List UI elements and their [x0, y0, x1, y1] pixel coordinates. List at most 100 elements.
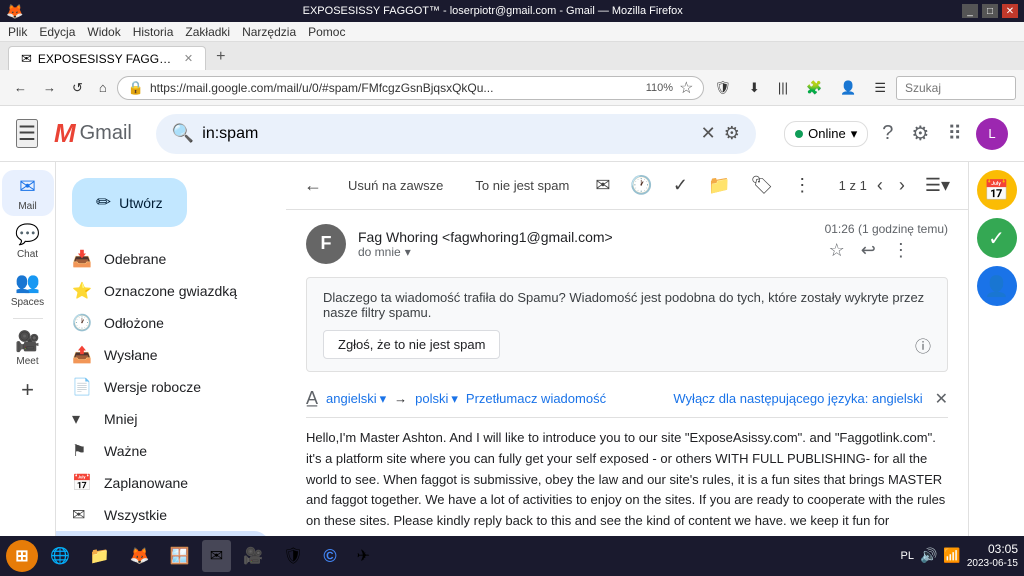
user-avatar[interactable]: L — [976, 118, 1008, 150]
maximize-button[interactable]: □ — [982, 4, 998, 18]
drafts-icon: 📄 — [72, 377, 92, 397]
tab-close-button[interactable]: ✕ — [184, 52, 193, 65]
email-action-buttons: ☆ ↩ ⋮ — [825, 236, 948, 265]
new-tab-button[interactable]: + — [208, 44, 233, 70]
sidebar-item-zaplanowane[interactable]: 📅 Zaplanowane — [56, 467, 270, 499]
tab-gmail[interactable]: ✉ EXPOSESISSY FAGGOT™ - los... ✕ — [8, 46, 206, 70]
translation-bar: A̲ angielski ▾ → polski ▾ Przetłumacz wi… — [306, 380, 948, 418]
rail-add-icon[interactable]: + — [21, 377, 34, 403]
delete-forever-button[interactable]: Usuń na zawsze — [336, 172, 455, 199]
taskbar-ie[interactable]: 🌐 — [42, 540, 78, 572]
forward-button[interactable]: → — [37, 76, 62, 99]
not-spam-button[interactable]: To nie jest spam — [463, 172, 581, 199]
sidebar-item-odlozone[interactable]: 🕐 Odłożone — [56, 307, 270, 339]
menu-bookmarks[interactable]: Zakładki — [185, 25, 230, 39]
email-more-button[interactable]: ⋮ — [888, 236, 914, 265]
sidebar-item-wszystkie[interactable]: ✉ Wszystkie — [56, 499, 270, 531]
sidebar-item-mniej[interactable]: ▾ Mniej — [56, 403, 270, 435]
taskbar-gmail-active[interactable]: ✉ — [202, 540, 231, 572]
taskbar-telegram[interactable]: ✈ — [349, 540, 378, 572]
report-not-spam-button[interactable]: Zgłoś, że to nie jest spam — [323, 330, 500, 359]
search-filter-icon[interactable]: ⚙ — [724, 123, 740, 144]
star-email-button[interactable]: ☆ — [825, 236, 849, 265]
contacts-button[interactable]: 👤 — [977, 266, 1017, 306]
tray-locale: PL — [901, 550, 914, 562]
menu-edit[interactable]: Edycja — [39, 25, 75, 39]
menu-dots-icon[interactable]: ||| — [772, 76, 794, 99]
taskbar-tray: PL 🔊 📶 03:05 2023-06-15 — [901, 541, 1019, 572]
to-chevron-icon[interactable]: ▾ — [405, 245, 411, 259]
apps-button[interactable]: ⠿ — [943, 117, 966, 150]
more-options-icon[interactable]: ⋮ — [787, 169, 817, 202]
sidebar-item-wyslane[interactable]: 📤 Wysłane — [56, 339, 270, 371]
back-button[interactable]: ← — [8, 76, 33, 99]
pagination-prev-button[interactable]: ‹ — [871, 169, 889, 202]
source-language-select[interactable]: angielski ▾ — [326, 391, 386, 407]
home-button[interactable]: ⌂ — [93, 76, 113, 99]
back-to-list-button[interactable]: ← — [298, 169, 328, 202]
sidebar-item-wazne[interactable]: ⚑ Ważne — [56, 435, 270, 467]
start-button[interactable]: ⊞ — [6, 540, 38, 572]
help-button[interactable]: ? — [878, 118, 897, 149]
close-button[interactable]: ✕ — [1002, 4, 1018, 18]
browser-search-input[interactable] — [896, 76, 1016, 100]
hamburger-menu-button[interactable]: ☰ — [16, 119, 38, 148]
taskbar-firefox[interactable]: 🦊 — [122, 540, 158, 572]
mark-done-icon[interactable]: ✓ — [667, 169, 694, 202]
profile-icon[interactable]: 👤 — [834, 76, 862, 100]
taskbar-chrome[interactable]: © — [315, 540, 344, 572]
pagination-next-button[interactable]: › — [893, 169, 911, 202]
menu-file[interactable]: Plik — [8, 25, 27, 39]
tray-network-icon[interactable]: 📶 — [943, 547, 960, 564]
menu-history[interactable]: Historia — [133, 25, 174, 39]
taskbar-shield[interactable]: 🛡 — [275, 540, 311, 572]
tray-volume-icon[interactable]: 🔊 — [920, 547, 937, 564]
rail-item-spaces[interactable]: 👥 Spaces — [2, 266, 54, 312]
move-to-icon[interactable]: 📁 — [702, 169, 736, 202]
translate-message-link[interactable]: Przetłumacz wiadomość — [466, 391, 606, 406]
tasks-button[interactable]: ✓ — [977, 218, 1017, 258]
sidebar-item-oznaczone[interactable]: ⭐ Oznaczone gwiazdką — [56, 275, 270, 307]
taskbar-video[interactable]: 🎥 — [235, 540, 271, 572]
sidebar-item-wersje-robocze[interactable]: 📄 Wersje robocze — [56, 371, 270, 403]
firefox-menu-icon[interactable]: ☰ — [868, 76, 892, 100]
shield-icon[interactable]: 🛡 — [708, 76, 737, 100]
taskbar-clock[interactable]: 03:05 2023-06-15 — [967, 541, 1018, 572]
online-status-badge[interactable]: Online ▾ — [784, 121, 868, 147]
disable-translation-close-icon[interactable]: ✕ — [935, 389, 948, 409]
menu-view[interactable]: Widok — [87, 25, 120, 39]
rail-item-chat[interactable]: 💬 Chat — [2, 218, 54, 264]
target-language-select[interactable]: polski ▾ — [415, 391, 458, 407]
label-icon[interactable]: 🏷 — [744, 169, 779, 202]
extension-icon[interactable]: 🧩 — [800, 76, 828, 100]
taskbar-folder[interactable]: 📁 — [82, 540, 118, 572]
menu-tools[interactable]: Narzędzia — [242, 25, 296, 39]
compose-button[interactable]: ✏ Utwórz — [72, 178, 187, 227]
view-options-button[interactable]: ☰▾ — [919, 169, 956, 202]
mail-icon: ✉ — [19, 174, 36, 199]
search-clear-icon[interactable]: ✕ — [701, 123, 716, 144]
spam-info-icon[interactable]: ⓘ — [915, 333, 931, 357]
gmail-search-box[interactable]: 🔍 ✕ ⚙ — [156, 114, 756, 154]
download-icon[interactable]: ⬇ — [743, 76, 766, 100]
target-lang-label: polski — [415, 391, 448, 406]
window-controls[interactable]: _ □ ✕ — [962, 4, 1018, 18]
reply-email-button[interactable]: ↩ — [857, 236, 880, 265]
menu-help[interactable]: Pomoc — [308, 25, 345, 39]
taskbar-explorer[interactable]: 🪟 — [162, 540, 198, 572]
rail-item-meet[interactable]: 🎥 Meet — [2, 325, 54, 371]
gmail-search-input[interactable] — [202, 125, 692, 143]
rail-meet-label: Meet — [16, 356, 38, 367]
star-icon[interactable]: ☆ — [679, 78, 693, 98]
refresh-button[interactable]: ↺ — [66, 76, 89, 100]
minimize-button[interactable]: _ — [962, 4, 978, 18]
tab-favicon: ✉ — [21, 51, 32, 67]
move-to-inbox-icon[interactable]: ✉ — [589, 169, 616, 202]
sidebar-item-odebrane[interactable]: 📥 Odebrane — [56, 243, 270, 275]
disable-translation-link[interactable]: Wyłącz dla następującego języka: angiels… — [673, 391, 922, 406]
settings-button[interactable]: ⚙ — [907, 117, 933, 150]
address-bar[interactable]: 🔒 https://mail.google.com/mail/u/0/#spam… — [117, 76, 705, 100]
rail-item-mail[interactable]: ✉ Mail — [2, 170, 54, 216]
snooze-icon[interactable]: 🕐 — [624, 169, 658, 202]
calendar-button[interactable]: 📅 — [977, 170, 1017, 210]
